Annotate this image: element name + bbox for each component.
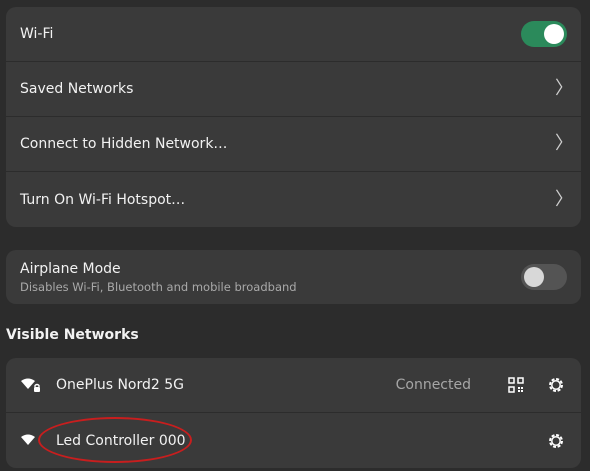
airplane-mode-subtitle: Disables Wi-Fi, Bluetooth and mobile bro… — [20, 279, 297, 294]
saved-networks-label: Saved Networks — [20, 81, 134, 97]
connection-status: Connected — [395, 377, 471, 393]
airplane-mode-card: Airplane Mode Disables Wi-Fi, Bluetooth … — [6, 250, 581, 304]
hidden-network-row[interactable]: Connect to Hidden Network… 〉 — [6, 117, 581, 172]
chevron-right-icon: 〉 — [555, 133, 573, 154]
gear-icon[interactable] — [545, 374, 567, 396]
wifi-lock-icon — [20, 377, 42, 393]
gear-icon[interactable] — [545, 430, 567, 452]
airplane-mode-text: Airplane Mode Disables Wi-Fi, Bluetooth … — [20, 261, 521, 294]
airplane-mode-label: Airplane Mode — [20, 260, 121, 277]
chevron-right-icon: 〉 — [555, 78, 573, 99]
visible-networks-title: Visible Networks — [6, 327, 139, 343]
airplane-mode-switch-knob — [524, 267, 544, 287]
hidden-network-label: Connect to Hidden Network… — [20, 136, 228, 152]
airplane-mode-switch[interactable] — [521, 264, 567, 290]
wifi-switch[interactable] — [521, 21, 567, 47]
wifi-label: Wi-Fi — [20, 26, 54, 42]
wifi-toggle-row[interactable]: Wi-Fi — [6, 7, 581, 62]
wifi-settings-card: Wi-Fi Saved Networks 〉 Connect to Hidden… — [6, 7, 581, 227]
airplane-mode-row[interactable]: Airplane Mode Disables Wi-Fi, Bluetooth … — [6, 250, 581, 304]
network-row-led-controller[interactable]: Led Controller 000 — [6, 413, 581, 468]
hotspot-label: Turn On Wi-Fi Hotspot… — [20, 191, 186, 208]
wifi-switch-knob — [544, 24, 564, 44]
network-row-oneplus[interactable]: OnePlus Nord2 5G Connected — [6, 358, 581, 413]
chevron-right-icon: 〉 — [555, 188, 573, 210]
visible-networks-list: OnePlus Nord2 5G Connected Led Controlle… — [6, 358, 581, 468]
qr-code-icon[interactable] — [505, 374, 527, 396]
saved-networks-row[interactable]: Saved Networks 〉 — [6, 62, 581, 117]
network-name: OnePlus Nord2 5G — [56, 377, 185, 393]
hotspot-row[interactable]: Turn On Wi-Fi Hotspot… 〉 — [6, 172, 581, 227]
wifi-icon — [20, 433, 42, 449]
network-name: Led Controller 000 — [56, 432, 186, 449]
